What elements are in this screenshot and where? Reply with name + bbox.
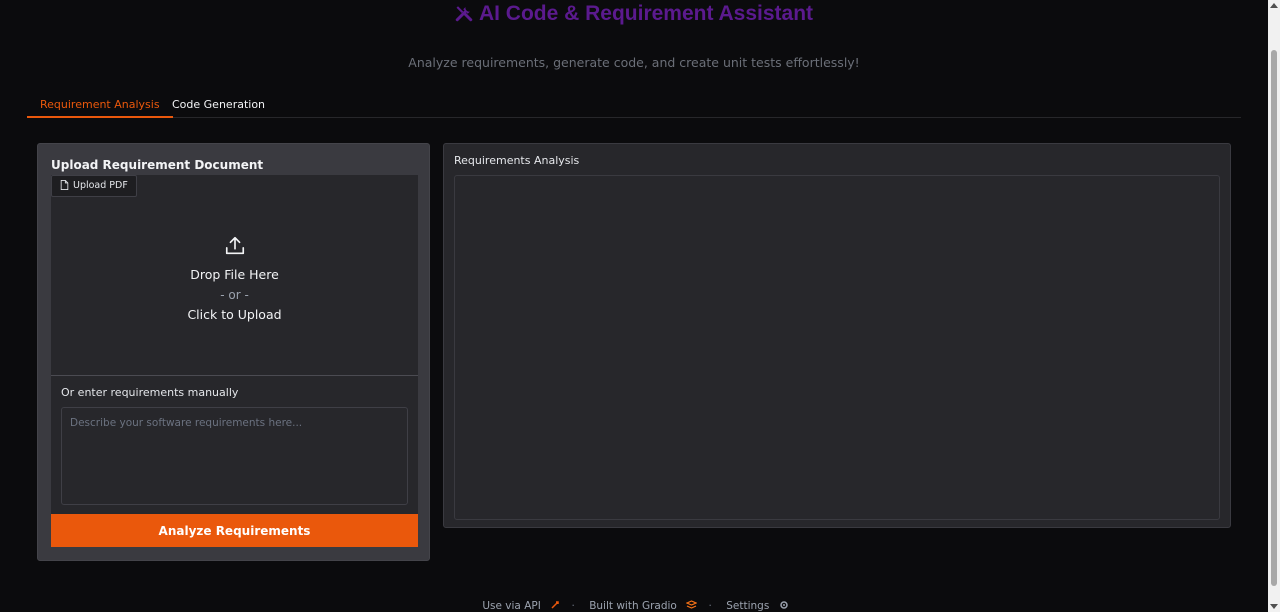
use-via-api-label: Use via API xyxy=(482,600,541,612)
manual-requirements-section: Or enter requirements manually xyxy=(51,376,418,514)
page-title: AI Code & Requirement Assistant xyxy=(0,2,1268,26)
input-panel: Upload Requirement Document Upload PDF D… xyxy=(37,143,430,561)
app-page: AI Code & Requirement Assistant Analyze … xyxy=(0,0,1268,612)
settings-label: Settings xyxy=(726,600,770,612)
settings-link[interactable]: Settings xyxy=(723,600,788,612)
manual-requirements-label: Or enter requirements manually xyxy=(61,386,239,399)
file-icon xyxy=(60,180,69,190)
analysis-output-panel: Requirements Analysis xyxy=(443,143,1231,528)
page-scrollbar[interactable] xyxy=(1268,0,1280,612)
file-upload-dropzone[interactable]: Upload PDF Drop File Here - or - Click t… xyxy=(51,175,418,376)
gradio-logo-icon xyxy=(685,600,698,609)
scroll-up-arrow-icon[interactable] xyxy=(1270,3,1278,8)
footer-separator: · xyxy=(708,600,712,612)
built-with-gradio-label: Built with Gradio xyxy=(589,600,677,612)
gear-icon xyxy=(779,601,788,609)
analysis-output-area[interactable] xyxy=(454,175,1220,520)
or-text: - or - xyxy=(220,288,249,302)
footer-separator: · xyxy=(571,600,575,612)
drop-file-text: Drop File Here xyxy=(190,267,279,282)
upload-label: Upload Requirement Document xyxy=(51,158,264,172)
tab-bar: Requirement Analysis Code Generation xyxy=(27,92,1241,118)
use-via-api-link[interactable]: Use via API xyxy=(479,600,563,612)
upload-chip-label: Upload PDF xyxy=(73,180,128,191)
scroll-down-arrow-icon[interactable] xyxy=(1270,604,1278,609)
built-with-gradio-link[interactable]: Built with Gradio xyxy=(586,600,700,612)
click-to-upload-text: Click to Upload xyxy=(187,307,282,322)
footer: Use via API · Built with Gradio · Settin… xyxy=(0,600,1268,612)
analyze-requirements-button[interactable]: Analyze Requirements xyxy=(51,514,418,547)
requirements-textarea[interactable] xyxy=(61,407,408,505)
upload-icon xyxy=(225,236,244,255)
tab-requirement-analysis[interactable]: Requirement Analysis xyxy=(27,92,173,118)
drop-area[interactable]: Drop File Here - or - Click to Upload xyxy=(51,235,418,325)
page-subtitle: Analyze requirements, generate code, and… xyxy=(408,55,860,70)
analysis-output-label: Requirements Analysis xyxy=(454,154,580,167)
page-title-text: AI Code & Requirement Assistant xyxy=(478,2,814,25)
rocket-icon xyxy=(551,601,559,609)
tab-code-generation[interactable]: Code Generation xyxy=(159,92,278,118)
tools-icon xyxy=(455,6,473,22)
upload-pdf-chip: Upload PDF xyxy=(51,175,137,197)
scroll-thumb[interactable] xyxy=(1271,50,1277,586)
